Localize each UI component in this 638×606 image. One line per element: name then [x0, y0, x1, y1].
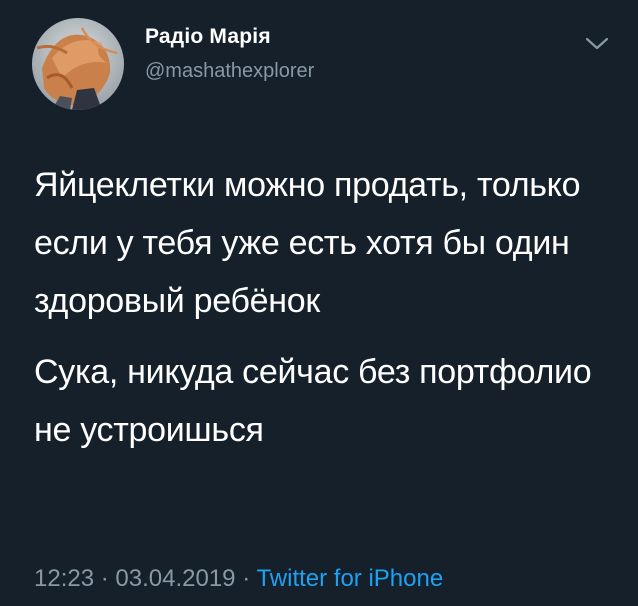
meta-separator: · [100, 565, 109, 592]
tweet-card: Радіо Марія @mashathexplorer Яйцеклетки … [0, 0, 638, 606]
user-handle[interactable]: @mashathexplorer [145, 60, 314, 83]
tweet-source-link[interactable]: Twitter for iPhone [256, 565, 443, 592]
tweet-date[interactable]: 03.04.2019 [115, 565, 235, 592]
tweet-paragraph-1: Яйцеклетки можно продать, только если у … [34, 166, 581, 320]
tweet-meta: 12:23 · 03.04.2019 · Twitter for iPhone [34, 565, 443, 593]
avatar[interactable] [32, 18, 124, 110]
meta-separator: · [242, 565, 251, 592]
avatar-image [32, 18, 124, 110]
tweet-time[interactable]: 12:23 [34, 565, 94, 592]
display-name[interactable]: Радіо Марія [145, 25, 271, 49]
tweet-text: Яйцеклетки можно продать, только если у … [34, 156, 614, 459]
chevron-down-icon[interactable] [584, 34, 610, 52]
tweet-paragraph-2: Сука, никуда сейчас без портфолио не уст… [34, 353, 592, 449]
